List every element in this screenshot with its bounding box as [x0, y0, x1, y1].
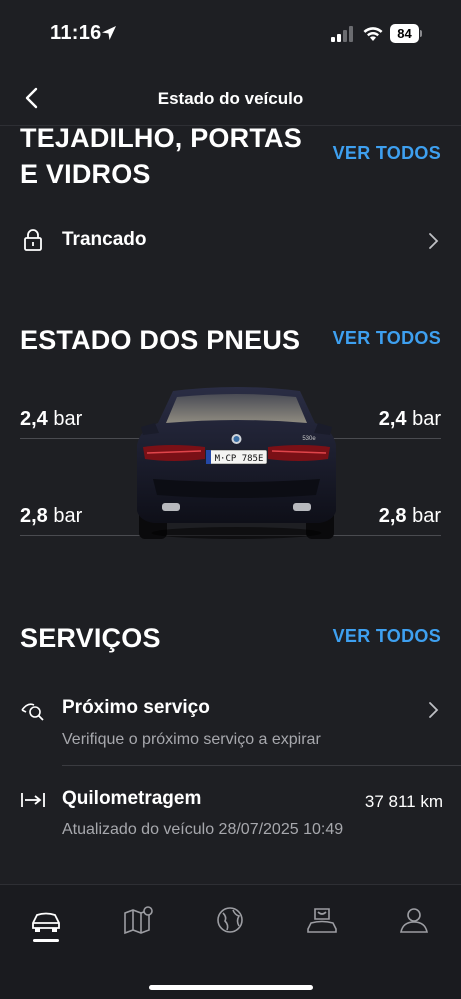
- location-arrow-icon: [102, 26, 116, 40]
- lock-status-row[interactable]: Trancado: [0, 220, 461, 264]
- battery-icon: 84: [390, 24, 422, 43]
- map-icon[interactable]: [121, 905, 155, 935]
- mileage-icon: [21, 793, 45, 807]
- mileage-title: Quilometragem: [62, 788, 202, 809]
- roof-doors-windows-title: TEJADILHO, PORTAS E VIDROS: [20, 120, 302, 192]
- wifi-icon: [363, 27, 383, 41]
- lock-status-label: Trancado: [62, 229, 147, 250]
- next-service-subtitle: Verifique o próximo serviço a expirar: [62, 731, 321, 748]
- profile-icon[interactable]: [397, 905, 431, 935]
- navigation-header: Estado do veículo: [0, 62, 461, 126]
- shop-icon[interactable]: [305, 905, 339, 935]
- see-all-roof-button[interactable]: VER TODOS: [333, 143, 441, 164]
- next-service-row[interactable]: Próximo serviço Verifique o próximo serv…: [0, 690, 461, 756]
- page-title: Estado do veículo: [157, 89, 304, 108]
- car-icon[interactable]: [29, 905, 63, 935]
- status-time: 11:16: [50, 22, 102, 44]
- globe-icon[interactable]: [213, 905, 247, 935]
- cellular-signal-icon: [331, 26, 353, 42]
- service-icon: [21, 703, 44, 721]
- model-badge-text: 530e: [302, 436, 316, 442]
- roof-title-line1: TEJADILHO, PORTAS: [20, 123, 302, 153]
- battery-level: 84: [390, 24, 419, 43]
- home-indicator: [149, 985, 313, 990]
- mileage-subtitle: Atualizado do veículo 28/07/2025 10:49: [62, 821, 344, 838]
- see-all-tyres-button[interactable]: VER TODOS: [333, 328, 441, 349]
- tyre-rear-left: 2,8 bar: [20, 505, 83, 527]
- active-tab-indicator: [33, 939, 59, 942]
- tyre-front-left: 2,4 bar: [20, 408, 83, 430]
- tyre-front-right: 2,4 bar: [378, 408, 441, 430]
- car-rear-image: M·CP 785E 530e: [137, 387, 336, 539]
- see-all-services-button[interactable]: VER TODOS: [333, 626, 441, 647]
- status-bar: 11:16 84: [0, 0, 461, 62]
- services-divider: [62, 765, 461, 766]
- lock-icon: [24, 229, 42, 251]
- roof-title-line2: E VIDROS: [20, 159, 151, 189]
- tyres-section-title: ESTADO DOS PNEUS: [20, 325, 301, 355]
- next-service-title: Próximo serviço: [62, 697, 210, 718]
- tyre-rear-right: 2,8 bar: [378, 505, 441, 527]
- license-plate-text: M·CP 785E: [215, 454, 264, 464]
- mileage-row: Quilometragem 37 811 km Atualizado do ve…: [0, 780, 461, 846]
- chevron-right-icon: [429, 233, 439, 249]
- mileage-value: 37 811 km: [364, 792, 443, 811]
- chevron-right-icon: [429, 702, 439, 718]
- services-section-title: SERVIÇOS: [20, 623, 161, 653]
- tab-bar: [0, 884, 461, 999]
